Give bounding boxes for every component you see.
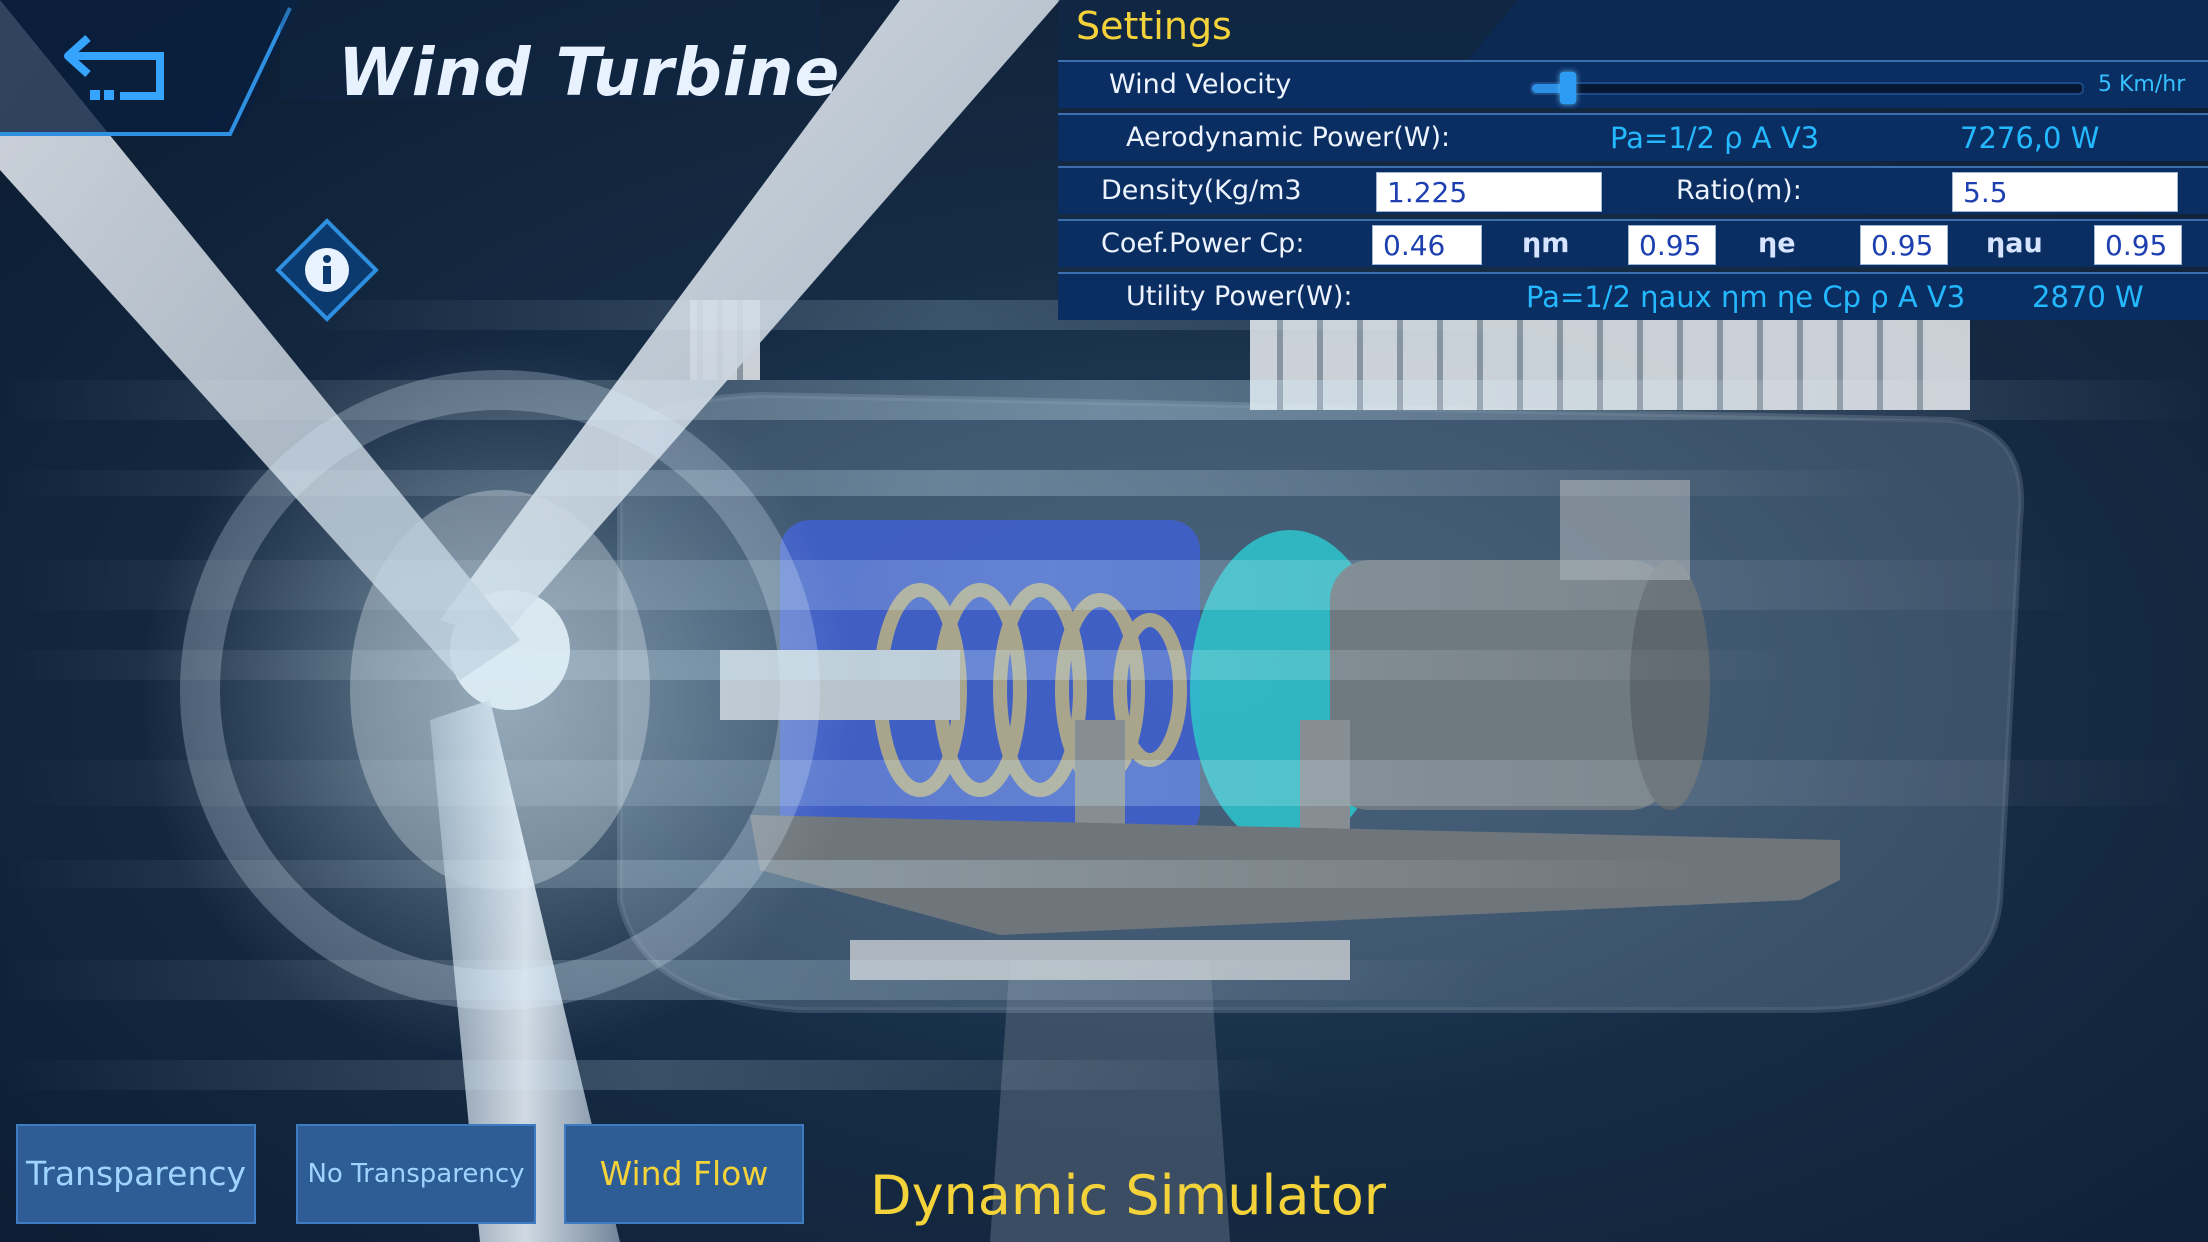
density-label: Density(Kg/m3 — [1101, 175, 1302, 206]
eta-e-input[interactable] — [1860, 225, 1948, 265]
density-input[interactable] — [1376, 172, 1602, 212]
utility-power-label: Utility Power(W): — [1126, 281, 1353, 312]
settings-panel: Settings Wind Velocity 5 Km/hr Aerodynam… — [1058, 0, 2208, 322]
utility-power-row: Utility Power(W): Pa=1/2 ηaux ηm ηe Cp ρ… — [1058, 272, 2208, 320]
eta-e-label: ηe — [1758, 228, 1796, 259]
coefficients-row: Coef.Power Cp: ηm ηe ηau — [1058, 219, 2208, 267]
page-title: Wind Turbine — [338, 34, 841, 111]
utility-formula: Pa=1/2 ηaux ηm ηe Cp ρ A V3 — [1526, 280, 1966, 314]
info-icon — [275, 218, 379, 322]
settings-title: Settings — [1076, 4, 1232, 48]
eta-m-input[interactable] — [1628, 225, 1716, 265]
ratio-label: Ratio(m): — [1676, 175, 1802, 206]
wind-velocity-label: Wind Velocity — [1109, 69, 1292, 100]
wind-flow-button[interactable]: Wind Flow — [564, 1124, 804, 1224]
aerodynamic-power-label: Aerodynamic Power(W): — [1126, 122, 1451, 153]
eta-m-label: ηm — [1522, 228, 1570, 259]
back-arrow-icon — [64, 35, 164, 100]
aerodynamic-result: 7276,0 W — [1960, 121, 2100, 155]
ratio-input[interactable] — [1952, 172, 2178, 212]
aerodynamic-formula: Pa=1/2 ρ A V3 — [1610, 121, 1820, 155]
wind-velocity-row: Wind Velocity 5 Km/hr — [1058, 60, 2208, 108]
wind-velocity-slider[interactable] — [1530, 72, 2084, 104]
cp-label: Coef.Power Cp: — [1101, 228, 1305, 259]
aerodynamic-power-row: Aerodynamic Power(W): Pa=1/2 ρ A V3 7276… — [1058, 113, 2208, 161]
no-transparency-button[interactable]: No Transparency — [296, 1124, 536, 1224]
dynamic-simulator-title: Dynamic Simulator — [870, 1164, 1386, 1227]
slider-thumb[interactable] — [1560, 72, 1576, 104]
eta-au-label: ηau — [1986, 228, 2043, 259]
cp-input[interactable] — [1372, 225, 1482, 265]
info-button[interactable] — [274, 217, 380, 323]
wind-velocity-value: 5 Km/hr — [2098, 72, 2186, 97]
utility-result: 2870 W — [2032, 280, 2144, 314]
back-button[interactable] — [60, 26, 172, 106]
density-ratio-row: Density(Kg/m3 Ratio(m): — [1058, 166, 2208, 214]
eta-au-input[interactable] — [2094, 225, 2182, 265]
transparency-button[interactable]: Transparency — [16, 1124, 256, 1224]
